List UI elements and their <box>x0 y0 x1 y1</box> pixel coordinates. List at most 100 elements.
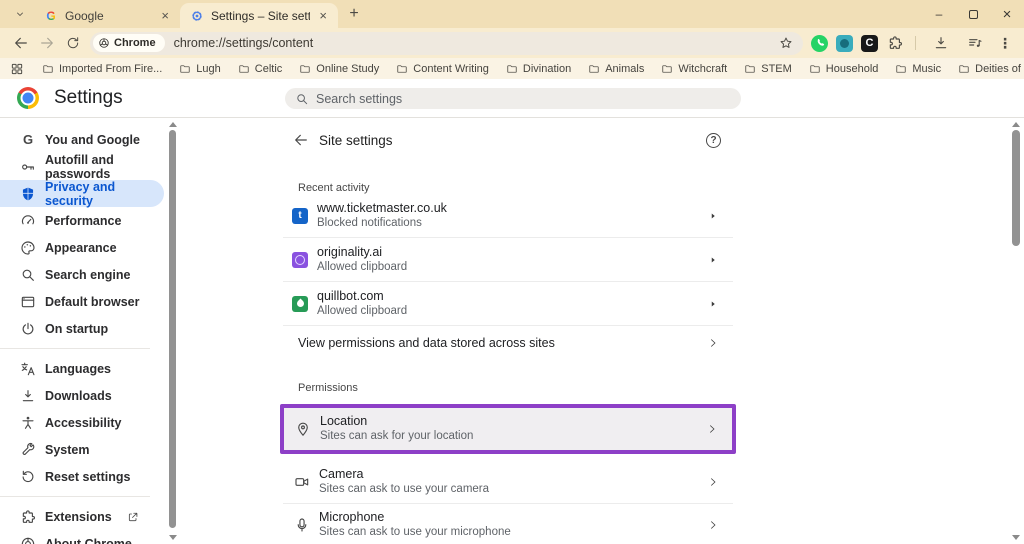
settings-sidebar: GYou and Google Autofill and passwords P… <box>0 126 166 544</box>
bookmark-folder[interactable]: Witchcraft <box>661 63 727 75</box>
sidebar-item-performance[interactable]: Performance <box>0 207 164 234</box>
permission-row-camera[interactable]: Camera Sites can ask to use your camera <box>283 461 733 503</box>
scroll-up-icon[interactable] <box>169 122 177 127</box>
recent-activity-row-ticketmaster[interactable]: t www.ticketmaster.co.uk Blocked notific… <box>283 194 733 237</box>
back-arrow-icon[interactable] <box>289 128 313 152</box>
media-controls-icon[interactable] <box>963 31 987 55</box>
sidebar-scrollbar-thumb[interactable] <box>169 130 176 528</box>
settings-search[interactable] <box>285 88 741 109</box>
expand-triangle-icon <box>707 210 719 222</box>
sidebar-item-languages[interactable]: Languages <box>0 355 164 382</box>
sidebar-item-label: Autofill and passwords <box>45 153 164 181</box>
bookmark-folder[interactable]: Content Writing <box>396 63 489 75</box>
bookmark-folder[interactable]: STEM <box>744 63 792 75</box>
tab-close-icon[interactable]: × <box>158 8 172 23</box>
microphone-icon <box>293 517 311 533</box>
forward-icon[interactable] <box>35 31 59 55</box>
tab-close-icon[interactable]: × <box>316 8 330 23</box>
sidebar-item-you-and-google[interactable]: GYou and Google <box>0 126 164 153</box>
bookmark-folder[interactable]: Music <box>895 63 941 75</box>
scroll-down-icon[interactable] <box>169 535 177 540</box>
bookmark-folder-label: Online Study <box>316 63 379 75</box>
tab-google[interactable]: G Google × <box>34 3 180 28</box>
sidebar-item-default-browser[interactable]: Default browser <box>0 288 164 315</box>
apps-grid-icon[interactable] <box>10 62 24 76</box>
browser-menu-icon[interactable]: ⋮ <box>994 35 1016 52</box>
page-scrollbar-thumb[interactable] <box>1012 130 1020 246</box>
whatsapp-extension-icon[interactable] <box>811 35 828 52</box>
sidebar-item-label: About Chrome <box>45 537 132 544</box>
back-icon[interactable] <box>9 31 33 55</box>
teal-extension-icon[interactable] <box>836 35 853 52</box>
downloads-icon[interactable] <box>929 31 953 55</box>
site-name: originality.ai <box>317 245 407 260</box>
permission-row-microphone[interactable]: Microphone Sites can ask to use your mic… <box>283 504 733 544</box>
quillbot-favicon <box>292 296 308 312</box>
sidebar-item-about-chrome[interactable]: About Chrome <box>0 530 164 544</box>
chevron-right-icon <box>707 519 719 531</box>
bookmark-folder[interactable]: Animals <box>588 63 644 75</box>
permission-title: Location <box>320 414 473 429</box>
sidebar-item-autofill[interactable]: Autofill and passwords <box>0 153 164 180</box>
new-tab-button[interactable]: + <box>342 2 366 26</box>
settings-body: GYou and Google Autofill and passwords P… <box>0 118 1024 544</box>
settings-header: Settings <box>0 79 1024 118</box>
bookmark-folder[interactable]: Household <box>809 63 879 75</box>
bookmark-folder-label: Household <box>826 63 879 75</box>
google-favicon: G <box>44 9 58 23</box>
bookmark-folder[interactable]: Imported From Fire... <box>42 63 162 75</box>
minimize-button[interactable]: – <box>922 0 956 28</box>
speedometer-icon <box>20 213 36 229</box>
bookmark-folder[interactable]: Online Study <box>299 63 379 75</box>
sidebar-item-system[interactable]: System <box>0 436 164 463</box>
tab-settings[interactable]: Settings – Site settings × <box>180 3 338 28</box>
permissions-heading: Permissions <box>283 382 733 394</box>
help-icon[interactable]: ? <box>706 133 721 148</box>
extensions-puzzle-icon[interactable] <box>886 35 903 52</box>
search-settings-input[interactable] <box>316 92 731 106</box>
chevron-right-icon <box>707 476 719 488</box>
ticketmaster-favicon: t <box>292 208 308 224</box>
tab-search-chevron-icon[interactable] <box>9 4 31 24</box>
address-bar[interactable]: Chrome chrome://settings/content <box>90 32 803 55</box>
bookmark-folder[interactable]: Deities of the World <box>958 63 1024 75</box>
close-button[interactable]: × <box>990 0 1024 28</box>
site-status: Blocked notifications <box>317 216 447 231</box>
wrench-icon <box>20 442 36 458</box>
bookmark-folder-label: Animals <box>605 63 644 75</box>
recent-activity-row-quillbot[interactable]: quillbot.com Allowed clipboard <box>283 282 733 325</box>
sidebar-item-on-startup[interactable]: On startup <box>0 315 164 342</box>
page-title: Settings <box>54 87 123 109</box>
bookmark-folder[interactable]: Divination <box>506 63 571 75</box>
sidebar-item-accessibility[interactable]: Accessibility <box>0 409 164 436</box>
sidebar-item-appearance[interactable]: Appearance <box>0 234 164 261</box>
reset-icon <box>20 469 36 485</box>
scroll-down-icon[interactable] <box>1012 535 1020 540</box>
c-extension-icon[interactable]: C <box>861 35 878 52</box>
sidebar-item-extensions[interactable]: Extensions <box>0 503 164 530</box>
bookmark-folder[interactable]: Celtic <box>238 63 283 75</box>
view-permissions-row[interactable]: View permissions and data stored across … <box>283 326 733 360</box>
scroll-up-icon[interactable] <box>1012 122 1020 127</box>
expand-triangle-icon <box>707 298 719 310</box>
sidebar-item-search-engine[interactable]: Search engine <box>0 261 164 288</box>
bookmark-star-icon[interactable] <box>779 36 793 50</box>
recent-activity-row-originality[interactable]: originality.ai Allowed clipboard <box>283 238 733 281</box>
sidebar-item-privacy-and-security[interactable]: Privacy and security <box>0 180 164 207</box>
sidebar-item-label: Accessibility <box>45 416 121 430</box>
sidebar-item-reset-settings[interactable]: Reset settings <box>0 463 164 490</box>
shield-icon <box>20 186 36 202</box>
bookmark-folder-label: Lugh <box>196 63 220 75</box>
sidebar-item-downloads[interactable]: Downloads <box>0 382 164 409</box>
maximize-button[interactable] <box>956 0 990 28</box>
chevron-right-icon <box>707 337 719 349</box>
bookmark-folder-label: Celtic <box>255 63 283 75</box>
chrome-mono-icon <box>98 37 110 49</box>
bookmark-folder[interactable]: Lugh <box>179 63 220 75</box>
reload-icon[interactable] <box>61 31 85 55</box>
chrome-icon <box>20 536 36 544</box>
permission-subtitle: Sites can ask to use your microphone <box>319 525 511 540</box>
permission-row-location[interactable]: Location Sites can ask for your location <box>284 408 732 450</box>
translate-icon <box>20 361 36 377</box>
bookmark-folder-label: Content Writing <box>413 63 489 75</box>
